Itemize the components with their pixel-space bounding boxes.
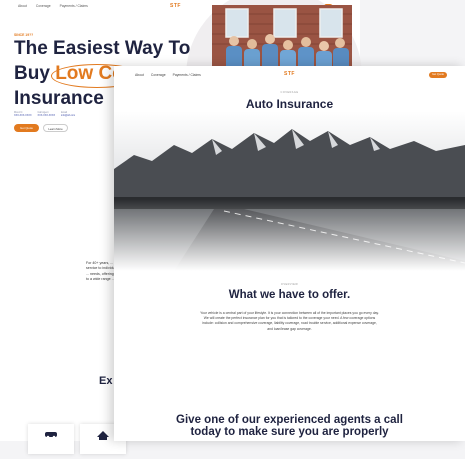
page-title: Auto Insurance xyxy=(245,97,334,111)
headline-line3: Insurance xyxy=(14,88,104,109)
section-heading: What we have to offer. xyxy=(228,289,351,301)
page-eyebrow: COVERAGE xyxy=(280,91,299,94)
headline-buy: Buy xyxy=(14,63,50,84)
car-icon xyxy=(45,432,57,439)
cta-line2: today to make sure you are properly xyxy=(190,426,389,438)
nav-coverage[interactable]: Coverage xyxy=(151,73,166,77)
section-body: Your vehicle is a central part of your l… xyxy=(200,311,379,331)
nav-payments-claims[interactable]: Payments / Claims xyxy=(60,4,88,8)
cta-line1: Give one of our experienced agents a cal… xyxy=(176,414,403,426)
get-quote-button[interactable]: Get Quote xyxy=(429,72,447,78)
hero-road-mountains-image xyxy=(114,111,465,271)
front-nav: About Coverage Payments / Claims xyxy=(135,73,201,77)
cta-heading: Give one of our experienced agents a cal… xyxy=(114,414,465,438)
section-eyebrow: OVERVIEW xyxy=(280,283,299,286)
logo[interactable]: STF xyxy=(284,71,295,77)
learn-more-button[interactable]: Learn More xyxy=(43,124,68,132)
stat-item: Email info@stf.com xyxy=(61,111,76,117)
logo[interactable]: STF xyxy=(170,3,181,9)
coverage-card-auto[interactable] xyxy=(28,424,74,454)
nav-about[interactable]: About xyxy=(18,4,27,8)
nav-about[interactable]: About xyxy=(135,73,144,77)
nav-payments-claims[interactable]: Payments / Claims xyxy=(173,73,201,77)
contact-stats: Mon-Fri XXX-XXX-XXXX Call Agent XXX-XXX-XX… xyxy=(14,111,75,117)
back-nav: About Coverage Payments / Claims xyxy=(18,4,88,8)
front-page: About Coverage Payments / Claims STF Get… xyxy=(114,66,465,441)
headline-line1: The Easiest Way To xyxy=(14,38,191,59)
stat-item: Mon-Fri XXX-XXX-XXXX xyxy=(14,111,32,117)
nav-coverage[interactable]: Coverage xyxy=(36,4,51,8)
section-heading-partial: Ex xyxy=(99,375,113,387)
get-quote-hero-button[interactable]: Get Quote xyxy=(14,124,39,132)
stat-item: Call Agent XXX-XXX-XXXX xyxy=(37,111,56,117)
